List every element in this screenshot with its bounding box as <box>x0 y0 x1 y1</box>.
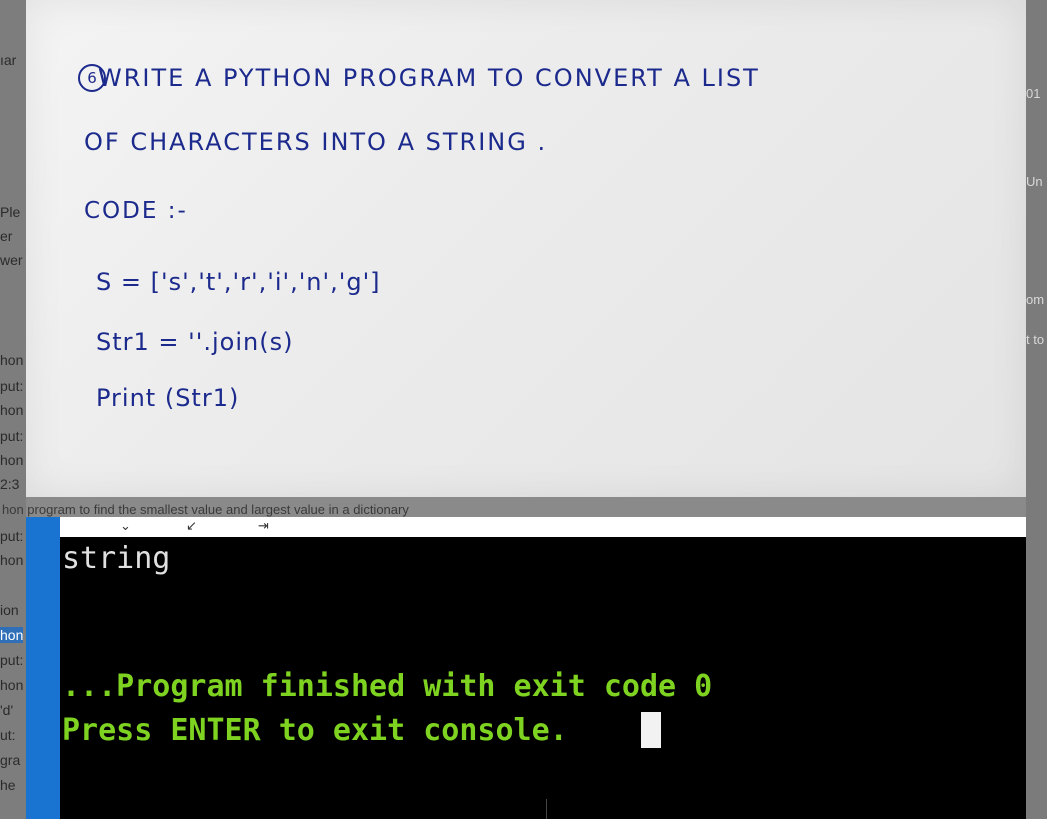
code-line: S = ['s','t','r','i','n','g'] <box>96 268 381 296</box>
bg-fragment: 01 <box>1026 86 1041 101</box>
program-output: string <box>62 541 171 576</box>
console-accent-bar <box>26 517 60 819</box>
bg-fragment: hon <box>0 352 24 368</box>
code-line: Print (Str1) <box>96 384 240 412</box>
bg-fragment: hon <box>0 552 24 568</box>
press-enter-message: Press ENTER to exit console. <box>62 713 568 748</box>
code-label-underline <box>84 228 156 234</box>
bg-fragment: Un <box>1026 174 1043 189</box>
exit-code-message: ...Program finished with exit code 0 <box>62 669 713 704</box>
bg-fragment: 2:3 <box>0 476 20 492</box>
handwritten-note-photo: 6 WRITE A PYTHON PROGRAM TO CONVERT A LI… <box>26 0 1026 497</box>
question-title-line1: WRITE A PYTHON PROGRAM TO CONVERT A LIST <box>98 64 760 92</box>
chevron-down-icon[interactable]: ⌄ <box>120 517 131 537</box>
bg-fragment: ut: <box>0 727 16 743</box>
bg-fragment: he <box>0 777 16 793</box>
question-title-line2: OF CHARACTERS INTO A STRING . <box>84 128 548 156</box>
bg-fragment: put: <box>0 428 24 444</box>
background-left-strip: ıar Ple er wer hon put: hon put: hon 2:3… <box>0 0 26 819</box>
bg-fragment: put: <box>0 652 24 668</box>
bg-fragment: hon <box>0 452 24 468</box>
text-cursor[interactable] <box>641 712 661 748</box>
code-line: Str1 = ''.join(s) <box>96 328 294 356</box>
bg-fragment: 'd' <box>0 702 14 718</box>
code-label: CODE :- <box>84 198 188 224</box>
console-toolbar: ⌄ ↙ ⇥ <box>60 517 1026 537</box>
bg-fragment: wer <box>0 252 23 268</box>
bg-fragment: er <box>0 228 13 244</box>
resize-icon[interactable]: ↙ <box>186 517 197 537</box>
bg-fragment: put: <box>0 528 24 544</box>
bg-fragment: ion <box>0 602 19 618</box>
enter-arrow-icon[interactable]: ⇥ <box>258 517 269 537</box>
bg-fragment: hon <box>0 677 24 693</box>
bg-fragment: hon <box>0 402 24 418</box>
bg-fragment: gra <box>0 752 21 768</box>
bg-fragment-highlighted: hon <box>0 627 24 643</box>
console-divider <box>546 799 547 819</box>
bg-fragment: ıar <box>0 52 17 68</box>
bg-fragment: om <box>1026 292 1045 307</box>
bg-fragment: Ple <box>0 204 21 220</box>
bg-fragment: put: <box>0 378 24 394</box>
background-caption: hon program to find the smallest value a… <box>2 502 409 517</box>
background-right-strip: 01 Un om t to <box>1026 0 1047 819</box>
console-output-window: ⌄ ↙ ⇥ string ...Program finished with ex… <box>26 517 1026 819</box>
bg-fragment: t to <box>1026 332 1045 347</box>
